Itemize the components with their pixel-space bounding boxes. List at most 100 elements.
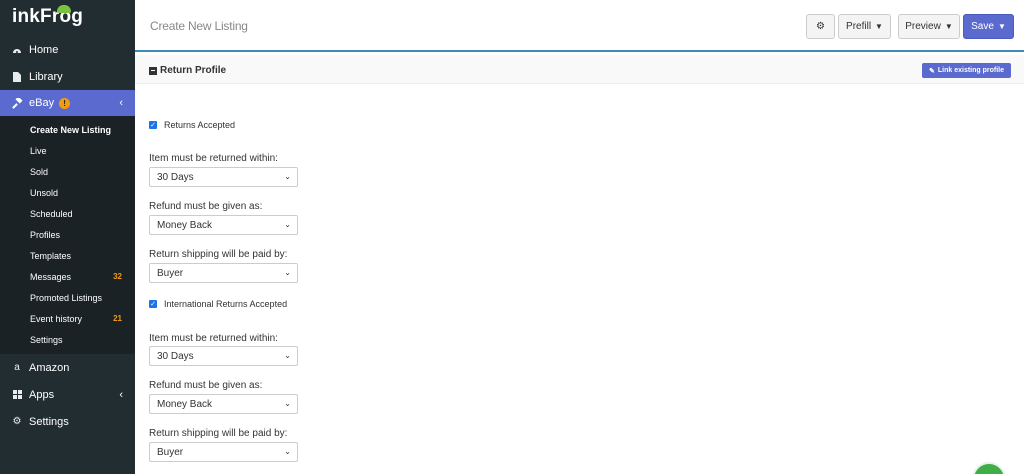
return-profile-header: Return Profile ✎ Link existing profile [135,55,1024,84]
returns-accepted-checkbox[interactable]: ✓ [149,121,157,129]
page-title: Create New Listing [150,19,248,33]
panel-title-text: Return Profile [160,65,227,76]
chevron-down-icon: ⌄ [284,399,291,408]
topbar: Create New Listing ⚙ Prefill ▼ Preview ▼… [135,0,1024,52]
link-existing-profile-label: Link existing profile [937,67,1004,74]
refund-select[interactable]: Money Back ⌄ [149,215,298,235]
intl-return-shipping-value: Buyer [157,446,184,458]
intl-return-within-label: Item must be returned within: [149,333,278,344]
apps-icon [11,390,23,399]
sidebar-subitem-settings[interactable]: Settings [0,329,135,350]
sidebar-item-amazon[interactable]: a Amazon [0,354,135,381]
international-returns-label: International Returns Accepted [164,299,288,309]
return-shipping-label: Return shipping will be paid by: [149,249,288,260]
intl-return-shipping-select[interactable]: Buyer ⌄ [149,442,298,462]
sidebar-subitem-create-new-listing[interactable]: Create New Listing [0,119,135,140]
link-existing-profile-button[interactable]: ✎ Link existing profile [922,63,1011,78]
save-button[interactable]: Save ▼ [963,14,1014,39]
chevron-down-icon: ⌄ [284,351,291,360]
sidebar-subitem-label: Live [30,145,47,156]
international-returns-checkbox[interactable]: ✓ [149,300,157,308]
intl-refund-select[interactable]: Money Back ⌄ [149,394,298,414]
link-icon: ✎ [929,67,935,75]
intl-refund-value: Money Back [157,398,213,410]
chevron-down-icon: ⌄ [284,172,291,181]
return-shipping-value: Buyer [157,267,184,279]
chevron-down-icon: ⌄ [284,447,291,456]
chevron-down-icon: ⌄ [284,220,291,229]
prefill-button[interactable]: Prefill ▼ [838,14,891,39]
sidebar: inkFrog Home Library eBay ! ‹ Create New… [0,0,135,474]
intl-refund-label: Refund must be given as: [149,380,263,391]
return-shipping-select[interactable]: Buyer ⌄ [149,263,298,283]
caret-down-icon: ▼ [944,22,953,31]
ebay-submenu: Create New Listing Live Sold Unsold Sche… [0,116,135,354]
panel-title[interactable]: Return Profile [149,65,226,76]
preview-button[interactable]: Preview ▼ [898,14,960,39]
sidebar-subitem-label: Unsold [30,187,59,198]
sidebar-subitem-messages[interactable]: Messages 32 [0,266,135,287]
return-within-label: Item must be returned within: [149,153,278,164]
sidebar-subitem-label: Scheduled [30,208,73,219]
returns-accepted-checkbox-row[interactable]: ✓ Returns Accepted [149,120,235,130]
sidebar-subitem-label: Settings [30,334,63,345]
returns-accepted-label: Returns Accepted [164,120,236,130]
sidebar-subitem-label: Templates [30,250,72,261]
sidebar-subitem-label: Profiles [30,229,61,240]
sidebar-item-label: Settings [29,415,69,428]
save-label: Save [971,21,994,32]
chevron-left-icon: ‹ [119,97,123,109]
prefill-label: Prefill [846,21,872,32]
sidebar-subitem-label: Create New Listing [30,124,112,135]
chevron-down-icon: ⌄ [284,268,291,277]
sidebar-item-ebay[interactable]: eBay ! ‹ [0,90,135,116]
frog-icon [57,5,71,13]
intl-return-shipping-label: Return shipping will be paid by: [149,428,288,439]
caret-down-icon: ▼ [997,22,1006,31]
preview-label: Preview [905,21,941,32]
sidebar-subitem-event-history[interactable]: Event history 21 [0,308,135,329]
sidebar-item-settings[interactable]: ⚙ Settings [0,408,135,435]
sidebar-item-home[interactable]: Home [0,36,135,63]
settings-button[interactable]: ⚙ [806,14,835,39]
chevron-left-icon: ‹ [119,388,123,401]
sidebar-item-library[interactable]: Library [0,63,135,90]
caret-down-icon: ▼ [875,22,883,31]
gear-icon: ⚙ [12,416,22,427]
intl-return-within-value: 30 Days [157,350,194,362]
amazon-icon: a [14,362,20,373]
refund-label: Refund must be given as: [149,201,263,212]
sidebar-subitem-live[interactable]: Live [0,140,135,161]
brand-name: inkFrog [12,6,84,27]
sidebar-item-label: Apps [29,388,55,401]
refund-value: Money Back [157,219,213,231]
inkfrog-logo[interactable]: inkFrog [0,0,135,36]
sidebar-subitem-promoted-listings[interactable]: Promoted Listings [0,287,135,308]
collapse-icon[interactable] [149,66,157,75]
sidebar-item-label: Amazon [29,361,70,374]
sidebar-subitem-sold[interactable]: Sold [0,161,135,182]
sidebar-subitem-profiles[interactable]: Profiles [0,224,135,245]
sidebar-subitem-label: Promoted Listings [30,292,103,303]
help-chat-button[interactable] [972,462,1006,474]
return-within-value: 30 Days [157,171,194,183]
sidebar-subitem-label: Sold [30,166,49,177]
sidebar-subitem-templates[interactable]: Templates [0,245,135,266]
messages-count-badge: 32 [113,272,122,281]
intl-return-within-select[interactable]: 30 Days ⌄ [149,346,298,366]
sidebar-item-apps[interactable]: Apps ‹ [0,381,135,408]
gear-icon: ⚙ [816,21,825,32]
sidebar-subitem-scheduled[interactable]: Scheduled [0,203,135,224]
file-icon [11,71,23,82]
dashboard-icon [11,45,23,54]
sidebar-item-label: Library [29,70,63,83]
sidebar-subitem-label: Event history [30,313,83,324]
return-within-select[interactable]: 30 Days ⌄ [149,167,298,187]
sidebar-item-label: Home [29,43,59,56]
event-history-count-badge: 21 [113,314,122,323]
gavel-icon [11,97,23,109]
sidebar-item-label: eBay [29,97,55,109]
sidebar-subitem-label: Messages [30,271,72,282]
international-returns-checkbox-row[interactable]: ✓ International Returns Accepted [149,299,287,309]
sidebar-subitem-unsold[interactable]: Unsold [0,182,135,203]
